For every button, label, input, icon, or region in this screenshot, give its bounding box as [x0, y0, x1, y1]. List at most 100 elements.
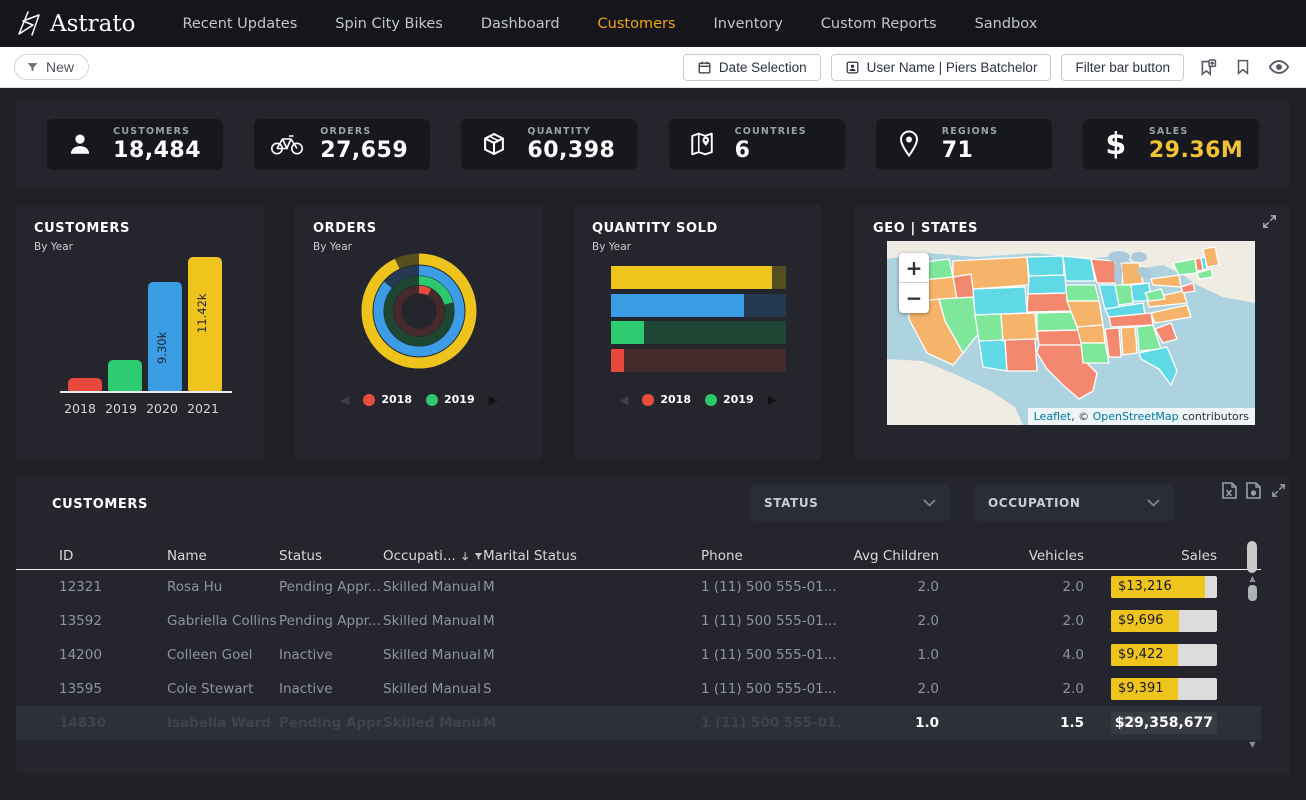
bar-2019[interactable]	[108, 360, 142, 391]
scroll-up-icon[interactable]: ▲	[1248, 575, 1257, 583]
bookmark-add-icon[interactable]	[1194, 54, 1220, 80]
nav-item-recent-updates[interactable]: Recent Updates	[163, 16, 316, 32]
bar-2021[interactable]: 11.42k	[188, 257, 222, 391]
leaflet-map[interactable]: + − Leaflet, © OpenStreetMap contributor…	[887, 241, 1255, 425]
cell-status: Inactive	[279, 681, 383, 697]
eye-icon[interactable]	[1266, 54, 1292, 80]
nav-item-spin-city-bikes[interactable]: Spin City Bikes	[316, 16, 462, 32]
table-row[interactable]: 13595 Cole Stewart Inactive Skilled Manu…	[16, 672, 1261, 706]
table-row[interactable]: 14200 Colleen Goel Inactive Skilled Manu…	[16, 638, 1261, 672]
orders-donut-panel: ORDERS By Year ◀ 2018 2019	[295, 205, 543, 460]
nav-item-inventory[interactable]: Inventory	[695, 16, 802, 32]
zoom-in-button[interactable]: +	[899, 253, 929, 283]
legend-next-icon[interactable]: ▶	[768, 394, 777, 406]
brand-name: Astrato	[50, 11, 135, 37]
zoom-out-button[interactable]: −	[899, 283, 929, 313]
calendar-icon	[697, 60, 712, 75]
cell-vehicles: 4.0	[939, 647, 1084, 663]
bar-2020[interactable]: 9.30k	[148, 282, 182, 391]
bar-value-label: 9.30k	[155, 332, 169, 364]
expand-icon[interactable]	[1270, 482, 1287, 499]
bookmark-icon[interactable]	[1230, 54, 1256, 80]
donut-chart[interactable]	[358, 250, 480, 372]
nav-item-customers[interactable]: Customers	[579, 16, 695, 32]
user-badge-icon	[845, 60, 860, 75]
nav-item-dashboard[interactable]: Dashboard	[462, 16, 579, 32]
cell-id: 13592	[59, 613, 167, 629]
legend-item-2019[interactable]: 2019	[426, 393, 475, 406]
osm-link[interactable]: OpenStreetMap	[1093, 410, 1179, 423]
legend-next-icon[interactable]: ▶	[489, 394, 498, 406]
col-header-occupation[interactable]: Occupati...	[383, 548, 483, 564]
col-header-name[interactable]: Name	[167, 548, 279, 564]
column-filter-icon[interactable]	[474, 551, 483, 562]
chart-subtitle: By Year	[34, 241, 246, 253]
cell-phone: 1 (11) 500 555-01...	[701, 647, 841, 663]
kpi-value: 29.36M	[1149, 138, 1243, 163]
hbar-2021[interactable]	[611, 266, 786, 289]
bar-2018[interactable]	[68, 378, 102, 391]
date-selection-button[interactable]: Date Selection	[683, 54, 821, 81]
nav-item-sandbox[interactable]: Sandbox	[956, 16, 1057, 32]
export-excel-icon[interactable]	[1222, 482, 1237, 499]
expand-icon[interactable]	[1261, 213, 1278, 230]
package-icon	[477, 131, 511, 157]
kpi-label: REGIONS	[942, 126, 998, 137]
user-button[interactable]: User Name | Piers Batchelor	[831, 54, 1052, 81]
hbar-2019[interactable]	[611, 321, 786, 344]
brand[interactable]: Astrato	[16, 10, 135, 38]
col-header-phone[interactable]: Phone	[701, 548, 841, 564]
legend-item-2019[interactable]: 2019	[705, 393, 754, 406]
customers-table: ID Name Status Occupati... Marital Statu…	[16, 543, 1261, 740]
cell-name: Gabriella Collins	[167, 613, 279, 629]
col-header-avg-children[interactable]: Avg Children	[841, 548, 939, 564]
quantity-sold-panel: QUANTITY SOLD By Year ◀ 2018 2019 ▶	[574, 205, 822, 460]
ghost-cell-name: Isabella Ward	[167, 715, 279, 731]
col-header-marital[interactable]: Marital Status	[483, 548, 701, 564]
scroll-down-icon[interactable]: ▼	[1248, 741, 1257, 749]
legend-item-2018[interactable]: 2018	[363, 393, 412, 406]
chart-title: CUSTOMERS	[34, 221, 246, 236]
kpi-label: COUNTRIES	[735, 126, 807, 137]
hbar-2018[interactable]	[611, 349, 786, 372]
hbar-2020[interactable]	[611, 294, 786, 317]
col-header-occupation-label: Occupati...	[383, 548, 456, 564]
total-sales: $29,358,677	[1115, 715, 1213, 731]
kpi-value: 18,484	[113, 138, 201, 163]
legend-prev-icon[interactable]: ◀	[340, 394, 349, 406]
col-header-sales[interactable]: Sales	[1084, 548, 1217, 564]
table-totals-row: 14830 Isabella Ward Pending Appr... Skil…	[16, 706, 1261, 740]
leaflet-link[interactable]: Leaflet	[1034, 410, 1071, 423]
user-label: User Name | Piers Batchelor	[867, 60, 1038, 75]
legend-label: 2018	[381, 393, 412, 406]
cell-occupation: Skilled Manual	[383, 613, 483, 629]
col-header-status[interactable]: Status	[279, 548, 383, 564]
kpi-label: CUSTOMERS	[113, 126, 201, 137]
export-document-icon[interactable]	[1246, 482, 1261, 499]
table-scrollbar-thumb[interactable]	[1247, 541, 1257, 573]
ghost-cell-phone: 1 (11) 500 555-01...	[701, 715, 841, 731]
filter-bar-button[interactable]: Filter bar button	[1061, 54, 1184, 81]
occupation-filter-dropdown[interactable]: OCCUPATION	[974, 484, 1174, 521]
map-zoom-control: + −	[899, 253, 929, 313]
nav-item-custom-reports[interactable]: Custom Reports	[802, 16, 956, 32]
top-nav: Astrato Recent Updates Spin City Bikes D…	[0, 0, 1306, 47]
x-axis-labels: 2018 2019 2020 2021	[60, 401, 232, 416]
table-row[interactable]: 13592 Gabriella Collins Pending Appr... …	[16, 604, 1261, 638]
col-header-id[interactable]: ID	[59, 548, 167, 564]
legend-prev-icon[interactable]: ◀	[619, 394, 628, 406]
sort-desc-icon[interactable]	[461, 550, 469, 562]
new-filter-button[interactable]: New	[14, 54, 89, 80]
chevron-down-icon	[923, 499, 936, 507]
legend-item-2018[interactable]: 2018	[642, 393, 691, 406]
kpi-countries: COUNTRIES 6	[669, 119, 845, 170]
status-filter-dropdown[interactable]: STATUS	[750, 484, 950, 521]
table-row[interactable]: 12321 Rosa Hu Pending Appr... Skilled Ma…	[16, 570, 1261, 604]
grid-scrollbar-thumb[interactable]	[1248, 585, 1257, 601]
col-header-vehicles[interactable]: Vehicles	[939, 548, 1084, 564]
cell-sales: $9,696	[1118, 613, 1164, 628]
attribution-sep: , ©	[1071, 410, 1093, 423]
x-tick: 2020	[142, 401, 182, 416]
cell-id: 12321	[59, 579, 167, 595]
x-tick: 2019	[101, 401, 141, 416]
